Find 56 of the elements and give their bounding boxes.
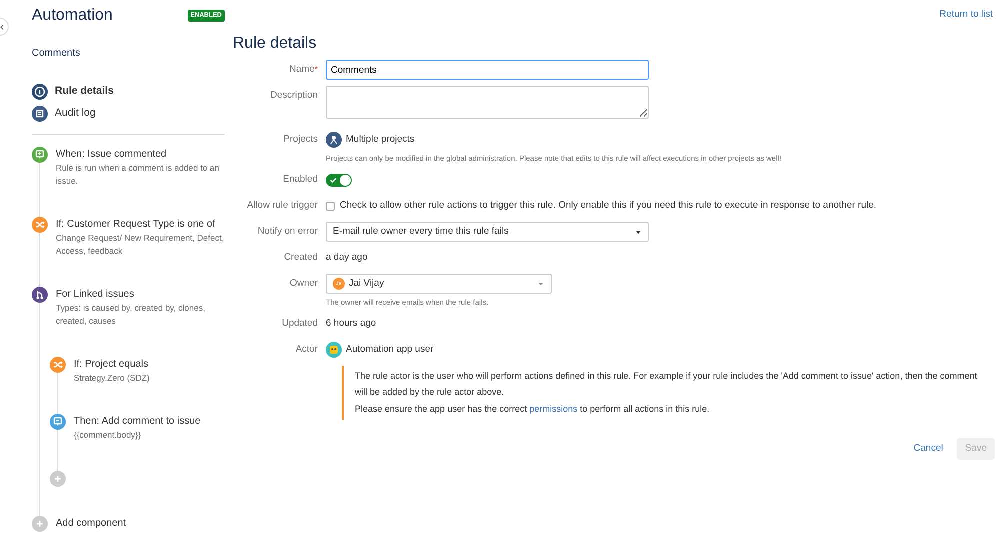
field-label: Updated (282, 318, 318, 329)
permissions-link[interactable]: permissions (530, 404, 578, 414)
field-value: 6 hours ago (326, 317, 376, 331)
field-label: Projects (284, 134, 318, 145)
plus-icon (32, 516, 48, 532)
nav-item[interactable]: Rule details (32, 81, 225, 103)
chevron-icon (0, 24, 6, 30)
component-description: Strategy.Zero (SDZ) (74, 372, 150, 385)
nav-item[interactable]: Audit log (32, 103, 225, 125)
add-button[interactable] (50, 471, 66, 487)
component-title[interactable]: Then: Add comment to issue (74, 414, 201, 429)
checkbox-label: Check to allow other rule actions to trigger this rule. Only enable this if you need this rule to execute in response to another rule. (340, 199, 877, 213)
component-description: Change Request/ New Requirement, Defect, Access, feedback (56, 232, 225, 258)
checkbox[interactable] (326, 202, 335, 210)
section-heading: Rule details (233, 34, 318, 54)
note-text: Please ensure the app user has the correct permissions to perform all actions in this rule. (355, 403, 711, 416)
field-label: Allow rule trigger (247, 200, 318, 211)
field-label: Name (290, 64, 315, 75)
component-title[interactable]: For Linked issues (56, 287, 225, 302)
field-label: Owner (290, 278, 318, 289)
field-label: Enabled (283, 174, 318, 185)
project-name: Multiple projects (346, 133, 415, 147)
branch-icon (32, 287, 48, 303)
field-label: Notify on error (258, 226, 318, 237)
field-value: a day ago (326, 251, 368, 265)
required-mark: * (314, 65, 318, 74)
name-field[interactable]: Comments (326, 60, 649, 80)
comment-plus-icon (32, 147, 48, 163)
project-icon (326, 132, 342, 148)
component-description: Types: is caused by, created by, clones, created, causes (56, 302, 206, 328)
field-label: Actor (296, 344, 318, 355)
caret-icon (537, 280, 545, 288)
shuffle-icon (32, 217, 48, 233)
log-icon (32, 106, 48, 122)
comment-icon (50, 414, 66, 430)
robot-icon (326, 342, 342, 358)
enabled-toggle[interactable] (326, 174, 352, 187)
info-icon (32, 84, 48, 100)
return-link[interactable]: Return to list (940, 8, 993, 22)
field-label: Created (284, 252, 318, 263)
shuffle-icon (50, 357, 66, 373)
component-title[interactable]: When: Issue commented (56, 147, 225, 162)
cancel-button[interactable]: Cancel (906, 438, 952, 460)
rule-name: Comments (32, 47, 82, 61)
actor-name: Automation app user (346, 343, 434, 357)
add-component-link[interactable]: Add component (56, 516, 126, 531)
page-title: Automation (32, 6, 113, 26)
component-description: {{comment.body}} (74, 429, 142, 442)
note-text: The rule actor is the user who will perform actions defined in this rule. For example if your rule includes the 'Add comment to issue' action, then the comment will be added by the rule actor above. (355, 370, 978, 399)
component-title[interactable]: If: Project equals (74, 357, 150, 372)
component-title[interactable]: If: Customer Request Type is one of (56, 217, 225, 232)
component-description: Rule is run when a comment is added to an issue. (56, 162, 220, 188)
caret-icon (635, 228, 642, 236)
field-label: Description (270, 90, 318, 101)
notify-select[interactable]: E-mail rule owner every time this rule fails (326, 222, 649, 242)
check-icon (330, 177, 337, 184)
